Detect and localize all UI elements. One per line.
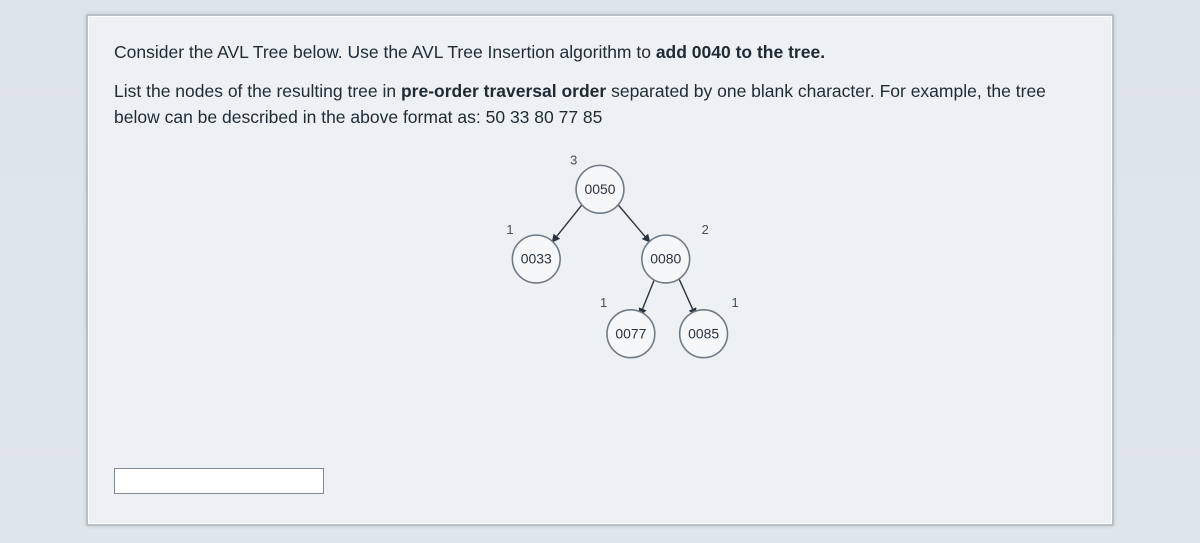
edge-root-left [552,202,584,242]
edge-right-left [640,276,656,316]
node-right-right-label: 0085 [688,326,719,342]
intro-emphasis: add 0040 to the tree. [656,42,825,62]
node-right-label: 0080 [650,251,681,267]
height-right: 2 [702,222,709,237]
question-frame: Consider the AVL Tree below. Use the AVL… [86,14,1114,526]
node-left: 0033 [512,235,560,283]
node-root-label: 0050 [584,181,615,197]
height-root: 3 [570,153,577,168]
node-right-left: 0077 [607,310,655,358]
para2-start: List the nodes of the resulting tree in [114,81,401,101]
question-text-block: Consider the AVL Tree below. Use the AVL… [88,16,1112,130]
node-right-left-label: 0077 [615,326,646,342]
height-left: 1 [506,222,513,237]
question-line-2: List the nodes of the resulting tree in … [114,79,1086,130]
height-right-left: 1 [600,295,607,310]
intro-text: Consider the AVL Tree below. Use the AVL… [114,42,656,62]
node-right-right: 0085 [680,310,728,358]
node-right: 0080 [642,235,690,283]
edge-root-right [616,202,650,242]
height-right-right: 1 [731,295,738,310]
para2-emphasis: pre-order traversal order [401,81,606,101]
answer-input[interactable] [114,468,324,494]
question-line-1: Consider the AVL Tree below. Use the AVL… [114,40,1086,65]
node-left-label: 0033 [521,251,552,267]
node-root: 0050 [576,166,624,214]
avl-tree-diagram: 3 1 2 1 1 0050 0033 0080 0077 [88,144,1112,384]
edge-right-right [678,276,696,316]
